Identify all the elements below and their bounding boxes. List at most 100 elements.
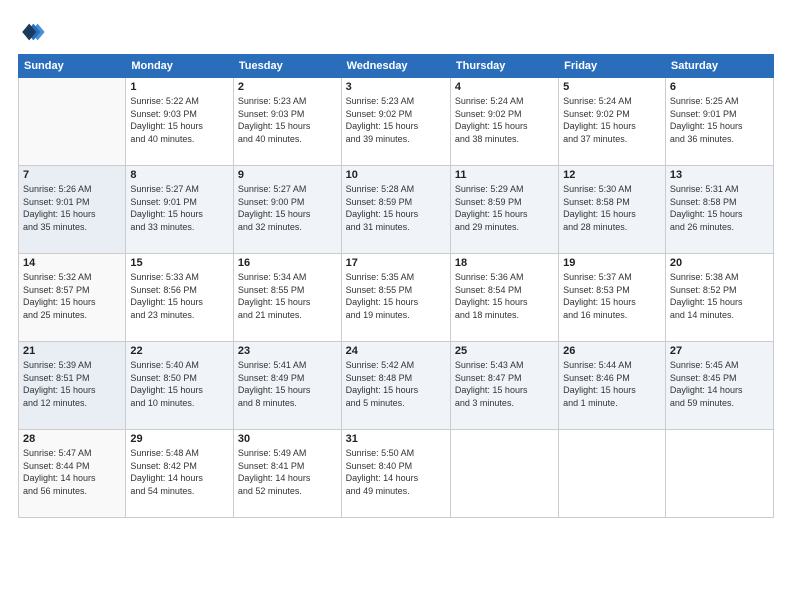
- day-info: Sunrise: 5:22 AM Sunset: 9:03 PM Dayligh…: [130, 95, 229, 145]
- day-number: 6: [670, 81, 769, 93]
- day-number: 31: [346, 433, 446, 445]
- day-number: 7: [23, 169, 121, 181]
- day-info: Sunrise: 5:49 AM Sunset: 8:41 PM Dayligh…: [238, 447, 337, 497]
- day-info: Sunrise: 5:30 AM Sunset: 8:58 PM Dayligh…: [563, 183, 661, 233]
- calendar-cell: 31 Sunrise: 5:50 AM Sunset: 8:40 PM Dayli…: [341, 430, 450, 518]
- day-info: Sunrise: 5:26 AM Sunset: 9:01 PM Dayligh…: [23, 183, 121, 233]
- day-number: 13: [670, 169, 769, 181]
- day-info: Sunrise: 5:23 AM Sunset: 9:03 PM Dayligh…: [238, 95, 337, 145]
- day-number: 25: [455, 345, 554, 357]
- day-number: 28: [23, 433, 121, 445]
- calendar-cell: 9 Sunrise: 5:27 AM Sunset: 9:00 PM Daylig…: [233, 166, 341, 254]
- calendar-cell: 4Sunrise: 5:24 AM Sunset: 9:02 PM Daylig…: [450, 78, 558, 166]
- calendar-week-row: 14 Sunrise: 5:32 AM Sunset: 8:57 PM Dayli…: [19, 254, 774, 342]
- day-number: 29: [130, 433, 229, 445]
- logo-icon: [18, 18, 46, 46]
- calendar-table: SundayMondayTuesdayWednesdayThursdayFrid…: [18, 54, 774, 518]
- day-info: Sunrise: 5:39 AM Sunset: 8:51 PM Dayligh…: [23, 359, 121, 409]
- calendar-cell: 29 Sunrise: 5:48 AM Sunset: 8:42 PM Dayli…: [126, 430, 234, 518]
- calendar-week-row: 7 Sunrise: 5:26 AM Sunset: 9:01 PM Daylig…: [19, 166, 774, 254]
- calendar-cell: 18 Sunrise: 5:36 AM Sunset: 8:54 PM Dayli…: [450, 254, 558, 342]
- day-info: Sunrise: 5:43 AM Sunset: 8:47 PM Dayligh…: [455, 359, 554, 409]
- calendar-cell: 2 Sunrise: 5:23 AM Sunset: 9:03 PM Daylig…: [233, 78, 341, 166]
- calendar-cell: 24Sunrise: 5:42 AM Sunset: 8:48 PM Dayli…: [341, 342, 450, 430]
- day-info: Sunrise: 5:32 AM Sunset: 8:57 PM Dayligh…: [23, 271, 121, 321]
- calendar-cell: 17 Sunrise: 5:35 AM Sunset: 8:55 PM Dayli…: [341, 254, 450, 342]
- day-info: Sunrise: 5:44 AM Sunset: 8:46 PM Dayligh…: [563, 359, 661, 409]
- calendar-cell: 3 Sunrise: 5:23 AM Sunset: 9:02 PM Daylig…: [341, 78, 450, 166]
- day-number: 20: [670, 257, 769, 269]
- calendar-cell: 12 Sunrise: 5:30 AM Sunset: 8:58 PM Dayli…: [559, 166, 666, 254]
- calendar-cell: [450, 430, 558, 518]
- day-number: 4: [455, 81, 554, 93]
- day-info: Sunrise: 5:45 AM Sunset: 8:45 PM Dayligh…: [670, 359, 769, 409]
- day-number: 17: [346, 257, 446, 269]
- logo: [18, 18, 50, 46]
- day-info: Sunrise: 5:28 AM Sunset: 8:59 PM Dayligh…: [346, 183, 446, 233]
- calendar-weekday-wednesday: Wednesday: [341, 55, 450, 78]
- day-info: Sunrise: 5:29 AM Sunset: 8:59 PM Dayligh…: [455, 183, 554, 233]
- calendar-cell: 7 Sunrise: 5:26 AM Sunset: 9:01 PM Daylig…: [19, 166, 126, 254]
- calendar-cell: 16Sunrise: 5:34 AM Sunset: 8:55 PM Dayli…: [233, 254, 341, 342]
- day-info: Sunrise: 5:27 AM Sunset: 9:01 PM Dayligh…: [130, 183, 229, 233]
- day-info: Sunrise: 5:40 AM Sunset: 8:50 PM Dayligh…: [130, 359, 229, 409]
- calendar-cell: 13 Sunrise: 5:31 AM Sunset: 8:58 PM Dayli…: [665, 166, 773, 254]
- day-number: 12: [563, 169, 661, 181]
- calendar-cell: 5 Sunrise: 5:24 AM Sunset: 9:02 PM Daylig…: [559, 78, 666, 166]
- calendar-cell: 10 Sunrise: 5:28 AM Sunset: 8:59 PM Dayli…: [341, 166, 450, 254]
- calendar-weekday-monday: Monday: [126, 55, 234, 78]
- day-number: 21: [23, 345, 121, 357]
- day-number: 8: [130, 169, 229, 181]
- day-info: Sunrise: 5:27 AM Sunset: 9:00 PM Dayligh…: [238, 183, 337, 233]
- calendar-header-row: SundayMondayTuesdayWednesdayThursdayFrid…: [19, 55, 774, 78]
- day-info: Sunrise: 5:33 AM Sunset: 8:56 PM Dayligh…: [130, 271, 229, 321]
- day-info: Sunrise: 5:48 AM Sunset: 8:42 PM Dayligh…: [130, 447, 229, 497]
- page-header: [18, 18, 774, 46]
- calendar-cell: 22Sunrise: 5:40 AM Sunset: 8:50 PM Dayli…: [126, 342, 234, 430]
- calendar-weekday-saturday: Saturday: [665, 55, 773, 78]
- day-number: 2: [238, 81, 337, 93]
- day-number: 19: [563, 257, 661, 269]
- calendar-cell: 26Sunrise: 5:44 AM Sunset: 8:46 PM Dayli…: [559, 342, 666, 430]
- day-number: 30: [238, 433, 337, 445]
- day-number: 1: [130, 81, 229, 93]
- calendar-week-row: 28 Sunrise: 5:47 AM Sunset: 8:44 PM Dayli…: [19, 430, 774, 518]
- day-number: 5: [563, 81, 661, 93]
- calendar-cell: 30 Sunrise: 5:49 AM Sunset: 8:41 PM Dayli…: [233, 430, 341, 518]
- day-info: Sunrise: 5:25 AM Sunset: 9:01 PM Dayligh…: [670, 95, 769, 145]
- day-info: Sunrise: 5:36 AM Sunset: 8:54 PM Dayligh…: [455, 271, 554, 321]
- calendar-weekday-thursday: Thursday: [450, 55, 558, 78]
- calendar-cell: 21 Sunrise: 5:39 AM Sunset: 8:51 PM Dayli…: [19, 342, 126, 430]
- calendar-weekday-friday: Friday: [559, 55, 666, 78]
- day-info: Sunrise: 5:23 AM Sunset: 9:02 PM Dayligh…: [346, 95, 446, 145]
- day-number: 9: [238, 169, 337, 181]
- day-info: Sunrise: 5:47 AM Sunset: 8:44 PM Dayligh…: [23, 447, 121, 497]
- day-number: 23: [238, 345, 337, 357]
- calendar-week-row: 21 Sunrise: 5:39 AM Sunset: 8:51 PM Dayli…: [19, 342, 774, 430]
- day-info: Sunrise: 5:41 AM Sunset: 8:49 PM Dayligh…: [238, 359, 337, 409]
- calendar-weekday-sunday: Sunday: [19, 55, 126, 78]
- calendar-cell: 8 Sunrise: 5:27 AM Sunset: 9:01 PM Daylig…: [126, 166, 234, 254]
- day-info: Sunrise: 5:50 AM Sunset: 8:40 PM Dayligh…: [346, 447, 446, 497]
- day-number: 3: [346, 81, 446, 93]
- day-number: 16: [238, 257, 337, 269]
- day-info: Sunrise: 5:38 AM Sunset: 8:52 PM Dayligh…: [670, 271, 769, 321]
- day-number: 10: [346, 169, 446, 181]
- day-info: Sunrise: 5:42 AM Sunset: 8:48 PM Dayligh…: [346, 359, 446, 409]
- calendar-weekday-tuesday: Tuesday: [233, 55, 341, 78]
- day-number: 14: [23, 257, 121, 269]
- day-number: 15: [130, 257, 229, 269]
- calendar-cell: 6 Sunrise: 5:25 AM Sunset: 9:01 PM Daylig…: [665, 78, 773, 166]
- day-number: 18: [455, 257, 554, 269]
- day-info: Sunrise: 5:35 AM Sunset: 8:55 PM Dayligh…: [346, 271, 446, 321]
- calendar-cell: 20 Sunrise: 5:38 AM Sunset: 8:52 PM Dayli…: [665, 254, 773, 342]
- calendar-cell: 23 Sunrise: 5:41 AM Sunset: 8:49 PM Dayli…: [233, 342, 341, 430]
- calendar-cell: 1 Sunrise: 5:22 AM Sunset: 9:03 PM Daylig…: [126, 78, 234, 166]
- calendar-cell: 25 Sunrise: 5:43 AM Sunset: 8:47 PM Dayli…: [450, 342, 558, 430]
- calendar-week-row: 1 Sunrise: 5:22 AM Sunset: 9:03 PM Daylig…: [19, 78, 774, 166]
- calendar-cell: 11Sunrise: 5:29 AM Sunset: 8:59 PM Dayli…: [450, 166, 558, 254]
- calendar-cell: 14 Sunrise: 5:32 AM Sunset: 8:57 PM Dayli…: [19, 254, 126, 342]
- day-number: 27: [670, 345, 769, 357]
- day-info: Sunrise: 5:24 AM Sunset: 9:02 PM Dayligh…: [563, 95, 661, 145]
- day-info: Sunrise: 5:31 AM Sunset: 8:58 PM Dayligh…: [670, 183, 769, 233]
